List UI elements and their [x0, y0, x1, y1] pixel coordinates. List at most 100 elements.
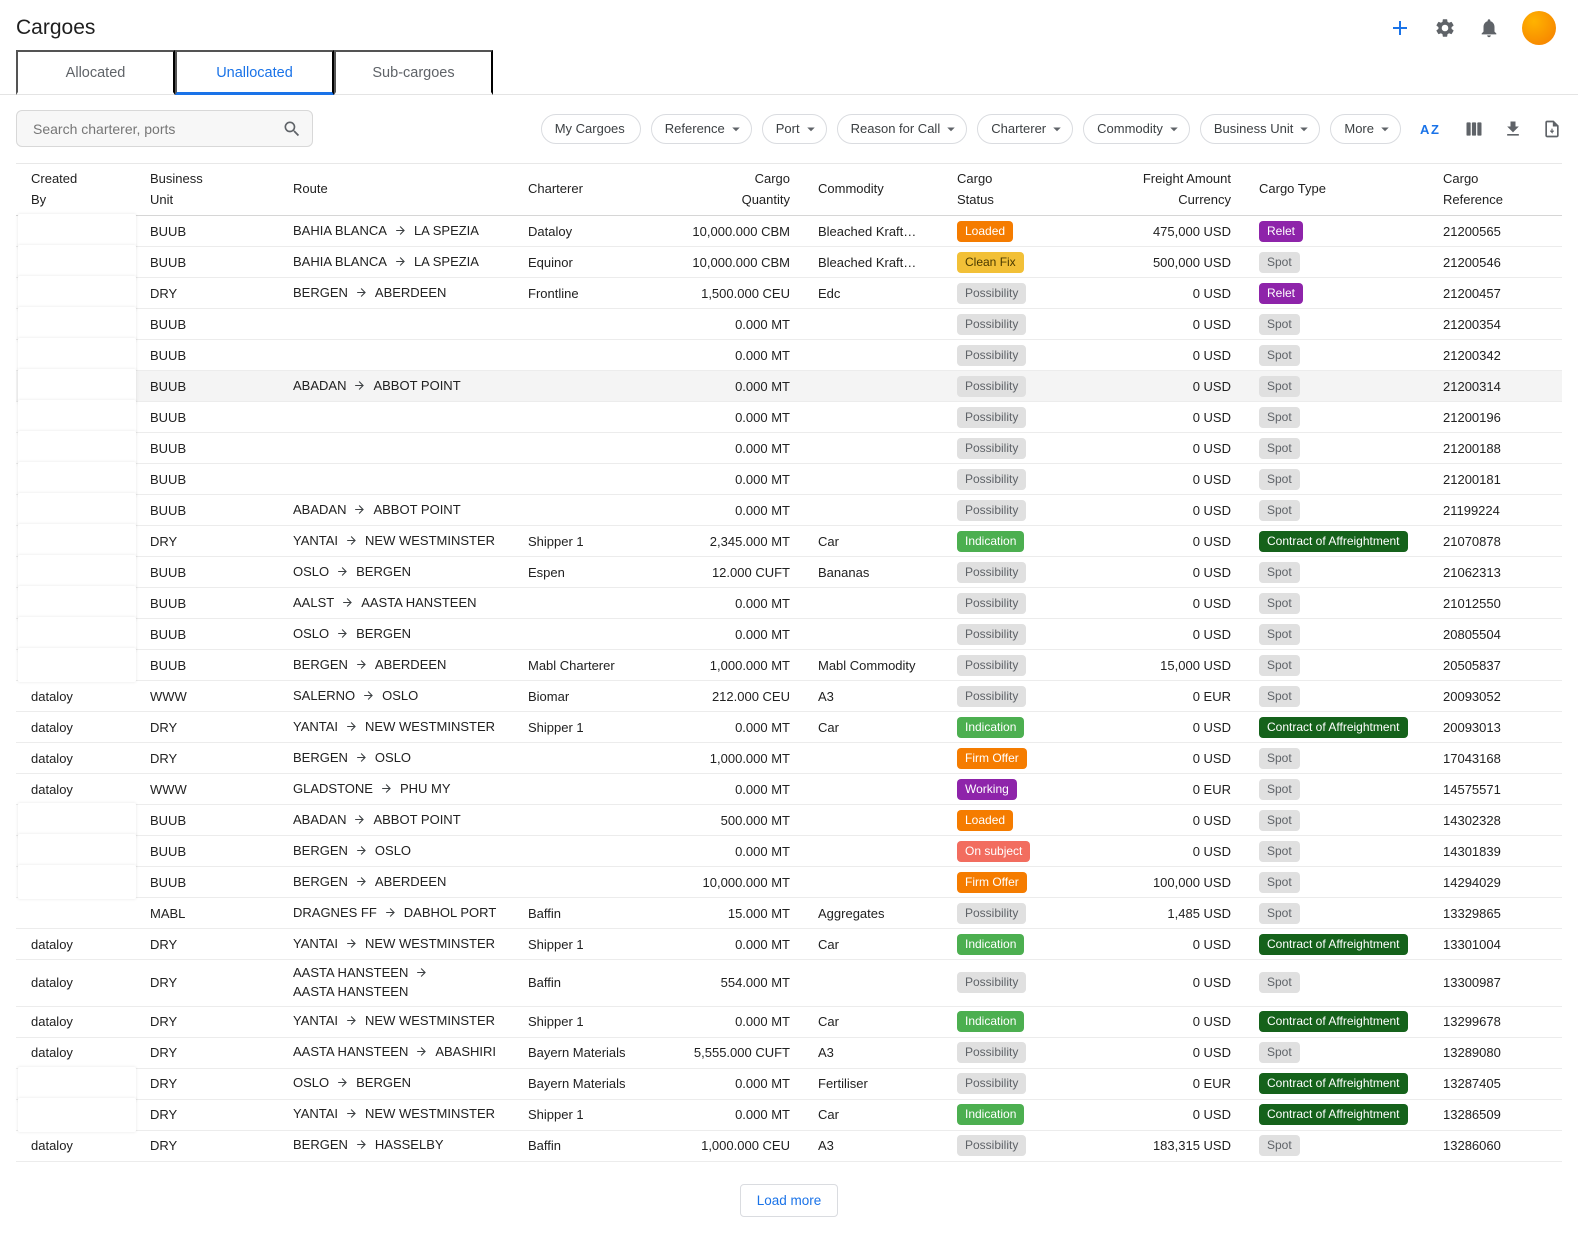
table-row[interactable]: dataloy DRY AASTA HANSTEENABASHIRI Bayer…	[16, 1037, 1562, 1068]
sort-az-button[interactable]: AZ	[1419, 118, 1445, 140]
tab-sub-cargoes[interactable]: Sub-cargoes	[334, 50, 493, 95]
status-cell: Possibility	[941, 960, 1111, 1007]
reference-cell: 21200196	[1437, 402, 1562, 433]
route-arrow-icon	[345, 1107, 358, 1120]
quantity-cell: 1,000.000 CEU	[648, 1130, 802, 1161]
settings-button[interactable]	[1434, 17, 1456, 39]
notifications-button[interactable]	[1478, 17, 1500, 39]
table-row[interactable]: dataloy DRY AASTA HANSTEENAASTA HANSTEEN…	[16, 960, 1562, 1007]
table-row[interactable]: DRY YANTAINEW WESTMINSTER Shipper 1 0.00…	[16, 1099, 1562, 1130]
table-row[interactable]: dataloy WWW GLADSTONEPHU MY 0.000 MT Wor…	[16, 774, 1562, 805]
table-row[interactable]: DRY YANTAINEW WESTMINSTER Shipper 1 2,34…	[16, 526, 1562, 557]
table-row[interactable]: BUUB BERGENABERDEEN Mabl Charterer 1,000…	[16, 650, 1562, 681]
quantity-cell: 0.000 MT	[648, 588, 802, 619]
route-arrow-icon	[345, 937, 358, 950]
table-row[interactable]: DRY OSLOBERGEN Bayern Materials 0.000 MT…	[16, 1068, 1562, 1099]
table-row[interactable]: BUUB 0.000 MT Possibility 0 USD Spot 212…	[16, 309, 1562, 340]
route-to: ABBOT POINT	[373, 502, 460, 517]
filter-chip[interactable]: Port	[762, 114, 827, 144]
filter-chip[interactable]: My Cargoes	[541, 114, 641, 144]
table-row[interactable]: BUUB BERGENABERDEEN 10,000.000 MT Firm O…	[16, 867, 1562, 898]
commodity-cell: Bleached Kraft…	[802, 216, 941, 247]
table-row[interactable]: dataloy DRY YANTAINEW WESTMINSTER Shippe…	[16, 929, 1562, 960]
table-row[interactable]: dataloy DRY YANTAINEW WESTMINSTER Shippe…	[16, 712, 1562, 743]
freight-cell: 0 USD	[1111, 278, 1243, 309]
status-cell: Loaded	[941, 216, 1111, 247]
columns-button[interactable]	[1464, 119, 1484, 139]
status-badge: Possibility	[957, 1042, 1026, 1063]
table-row[interactable]: BUUB 0.000 MT Possibility 0 USD Spot 212…	[16, 433, 1562, 464]
download-button[interactable]	[1503, 119, 1523, 139]
export-button[interactable]	[1542, 119, 1562, 139]
tab-unallocated[interactable]: Unallocated	[175, 50, 334, 95]
tab-allocated[interactable]: Allocated	[16, 50, 175, 95]
cargo-type-cell: Spot	[1243, 774, 1437, 805]
filter-chip[interactable]: Business Unit	[1200, 114, 1320, 144]
table-row[interactable]: BUUB 0.000 MT Possibility 0 USD Spot 212…	[16, 340, 1562, 371]
table-row[interactable]: DRY BERGENABERDEEN Frontline 1,500.000 C…	[16, 278, 1562, 309]
table-row[interactable]: dataloy WWW SALERNOOSLO Biomar 212.000 C…	[16, 681, 1562, 712]
table-row[interactable]: BUUB ABADANABBOT POINT 0.000 MT Possibil…	[16, 495, 1562, 526]
table-row[interactable]: BUUB BAHIA BLANCALA SPEZIA Equinor 10,00…	[16, 247, 1562, 278]
status-cell: Possibility	[941, 402, 1111, 433]
route-from: OSLO	[293, 626, 329, 641]
filter-chip[interactable]: Commodity	[1083, 114, 1190, 144]
table-row[interactable]: BUUB AALSTAASTA HANSTEEN 0.000 MT Possib…	[16, 588, 1562, 619]
commodity-cell: Edc	[802, 278, 941, 309]
status-cell: On subject	[941, 836, 1111, 867]
filter-chip[interactable]: Reason for Call	[837, 114, 968, 144]
created-by-cell	[16, 309, 150, 340]
chevron-down-icon	[1048, 120, 1066, 138]
quantity-cell: 0.000 MT	[648, 836, 802, 867]
filter-chip[interactable]: More	[1330, 114, 1401, 144]
charterer-cell: Equinor	[528, 247, 648, 278]
quantity-cell: 0.000 MT	[648, 309, 802, 340]
table-row[interactable]: MABL DRAGNES FFDABHOL PORT Baffin 15.000…	[16, 898, 1562, 929]
load-more-button[interactable]: Load more	[740, 1184, 839, 1217]
table-row[interactable]: BUUB 0.000 MT Possibility 0 USD Spot 212…	[16, 402, 1562, 433]
filter-chip[interactable]: Charterer	[977, 114, 1073, 144]
table-row[interactable]: dataloy DRY BERGENOSLO 1,000.000 MT Firm…	[16, 743, 1562, 774]
status-badge: Firm Offer	[957, 872, 1027, 893]
route-from: ABADAN	[293, 502, 346, 517]
table-row[interactable]: BUUB OSLOBERGEN 0.000 MT Possibility 0 U…	[16, 619, 1562, 650]
search-input[interactable]	[31, 120, 282, 138]
avatar[interactable]	[1522, 11, 1556, 45]
route-to: ABERDEEN	[375, 657, 447, 672]
status-badge: Indication	[957, 934, 1024, 955]
created-by-cell	[16, 402, 150, 433]
reference-cell: 21200188	[1437, 433, 1562, 464]
route-to: DABHOL PORT	[404, 905, 496, 920]
route-arrow-icon	[353, 379, 366, 392]
route-cell: YANTAINEW WESTMINSTER	[293, 526, 528, 557]
filter-chip[interactable]: Reference	[651, 114, 752, 144]
table-row[interactable]: BUUB ABADANABBOT POINT 500.000 MT Loaded…	[16, 805, 1562, 836]
quantity-cell: 0.000 MT	[648, 340, 802, 371]
route-to: OSLO	[375, 750, 411, 765]
table-row[interactable]: BUUB 0.000 MT Possibility 0 USD Spot 212…	[16, 464, 1562, 495]
route-cell	[293, 433, 528, 464]
charterer-cell	[528, 588, 648, 619]
commodity-cell: Aggregates	[802, 898, 941, 929]
route-to: OSLO	[375, 843, 411, 858]
table-row[interactable]: dataloy DRY BERGENHASSELBY Baffin 1,000.…	[16, 1130, 1562, 1161]
tab-bar: Allocated Unallocated Sub-cargoes	[0, 50, 1578, 95]
add-button[interactable]	[1388, 16, 1412, 40]
reference-cell: 21200457	[1437, 278, 1562, 309]
table-row[interactable]: BUUB OSLOBERGEN Espen 12.000 CUFT Banana…	[16, 557, 1562, 588]
route-to: ABBOT POINT	[373, 812, 460, 827]
route-from: BERGEN	[293, 843, 348, 858]
charterer-cell: Frontline	[528, 278, 648, 309]
created-by-cell: dataloy	[16, 681, 150, 712]
created-by-cell	[16, 371, 150, 402]
table-row[interactable]: dataloy DRY YANTAINEW WESTMINSTER Shippe…	[16, 1006, 1562, 1037]
table-row[interactable]: BUUB BAHIA BLANCALA SPEZIA Dataloy 10,00…	[16, 216, 1562, 247]
quantity-cell: 10,000.000 CBM	[648, 216, 802, 247]
cargo-type-badge: Spot	[1259, 407, 1300, 428]
table-row[interactable]: BUUB BERGENOSLO 0.000 MT On subject 0 US…	[16, 836, 1562, 867]
status-badge: Firm Offer	[957, 748, 1027, 769]
charterer-cell	[528, 619, 648, 650]
table-row[interactable]: BUUB ABADANABBOT POINT 0.000 MT Possibil…	[16, 371, 1562, 402]
created-by-cell	[16, 898, 150, 929]
route-arrow-icon	[355, 658, 368, 671]
